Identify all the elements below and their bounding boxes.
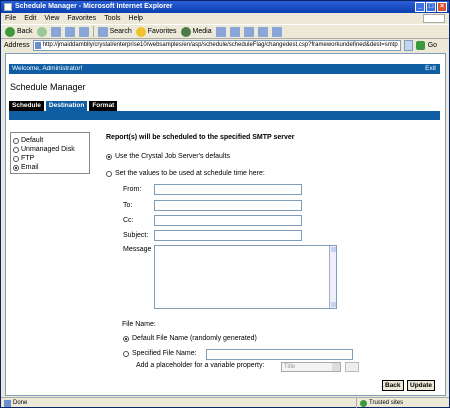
cc-label: Cc: (123, 217, 134, 224)
folder-button[interactable] (271, 26, 282, 37)
to-field[interactable] (154, 200, 302, 211)
cc-field[interactable] (154, 215, 302, 226)
subject-field[interactable] (154, 230, 302, 241)
message-textarea[interactable] (154, 245, 337, 309)
message-label: Message (123, 246, 152, 253)
status-bar: Done Trusted sites (1, 397, 449, 408)
back-button-page[interactable]: Back (382, 380, 404, 391)
mail-button[interactable] (229, 26, 240, 37)
stop-button[interactable] (50, 26, 61, 37)
message-scrollbar[interactable] (329, 246, 336, 308)
address-url: http://jmaiddamblly/crystal/enterprise10… (42, 42, 398, 48)
toolbar: Back Search Favorites Media (1, 24, 449, 39)
back-button[interactable]: Back (5, 26, 33, 37)
option-specified-file-name[interactable]: Specified File Name: (123, 350, 197, 357)
radio-default-file-name[interactable] (123, 335, 129, 342)
history-button[interactable] (215, 26, 226, 37)
address-dropdown[interactable] (403, 40, 413, 51)
home-button[interactable] (78, 26, 89, 37)
scroll-down-icon[interactable] (331, 302, 336, 307)
minimize-button[interactable]: _ (415, 2, 425, 12)
file-name-label: File Name: (122, 321, 156, 328)
dest-option-default[interactable]: Default (13, 136, 87, 145)
menu-bar: File Edit View Favorites Tools Help (1, 13, 449, 24)
dest-option-unmanaged-disk[interactable]: Unmanaged Disk (13, 145, 87, 154)
tab-bar: Schedule Destination Format (9, 101, 118, 111)
menu-favorites[interactable]: Favorites (67, 13, 96, 24)
tab-schedule[interactable]: Schedule (9, 101, 44, 111)
ie-icon (4, 3, 12, 11)
radio-ftp[interactable] (13, 155, 19, 162)
menu-help[interactable]: Help (129, 13, 143, 24)
update-button[interactable]: Update (407, 380, 436, 391)
radio-use-defaults[interactable] (106, 153, 112, 160)
option-default-file-name[interactable]: Default File Name (randomly generated) (123, 335, 257, 342)
back-arrow-icon (5, 26, 15, 37)
search-icon (97, 26, 108, 37)
placeholder-label: Add a placeholder for a variable propert… (136, 362, 265, 369)
tab-destination[interactable]: Destination (45, 101, 88, 111)
page-icon (34, 42, 41, 49)
security-zone: Trusted sites (356, 398, 436, 408)
edit-button[interactable] (257, 26, 268, 37)
placeholder-select[interactable]: Title (281, 362, 341, 372)
maximize-button[interactable]: □ (426, 2, 436, 12)
radio-specified-file-name[interactable] (123, 350, 129, 357)
welcome-text: Welcome, Administrator! (12, 65, 83, 72)
media-icon (180, 26, 191, 37)
smtp-heading: Report(s) will be scheduled to the speci… (106, 134, 295, 141)
from-field[interactable] (154, 184, 302, 195)
option-use-defaults[interactable]: Use the Crystal Job Server's defaults (106, 153, 230, 160)
star-icon (135, 26, 146, 37)
exit-link[interactable]: Exit (425, 64, 436, 74)
destination-list: Default Unmanaged Disk FTP Email (10, 132, 90, 174)
status-text: Done (13, 400, 28, 406)
favorites-button[interactable]: Favorites (135, 26, 177, 37)
specified-file-name-input[interactable] (206, 349, 353, 360)
radio-default[interactable] (13, 137, 19, 144)
title-bar: Schedule Manager - Microsoft Internet Ex… (1, 1, 449, 13)
forward-button[interactable] (36, 26, 47, 37)
radio-email[interactable] (13, 164, 19, 171)
windows-logo-icon (423, 14, 445, 23)
dest-option-email[interactable]: Email (13, 163, 87, 172)
tab-strip (9, 111, 440, 120)
page-title: Schedule Manager (10, 82, 86, 92)
toolbar-separator (92, 26, 94, 37)
close-button[interactable]: × (437, 2, 447, 12)
menu-file[interactable]: File (5, 13, 16, 24)
chevron-down-icon (332, 363, 340, 371)
welcome-bar: Welcome, Administrator! Exit (9, 64, 440, 74)
window-title: Schedule Manager - Microsoft Internet Ex… (15, 3, 173, 10)
menu-view[interactable]: View (44, 13, 59, 24)
address-label: Address (4, 42, 30, 49)
address-bar: Address http://jmaiddamblly/crystal/ente… (1, 39, 449, 52)
go-button[interactable]: Go (428, 42, 437, 49)
page-content: Welcome, Administrator! Exit Schedule Ma… (5, 53, 446, 396)
address-input[interactable]: http://jmaiddamblly/crystal/enterprise10… (32, 40, 401, 51)
media-button[interactable]: Media (180, 26, 212, 37)
browser-window: Schedule Manager - Microsoft Internet Ex… (0, 0, 450, 408)
to-label: To: (123, 202, 133, 209)
trusted-check-icon (360, 400, 367, 407)
search-button[interactable]: Search (97, 26, 132, 37)
menu-tools[interactable]: Tools (104, 13, 120, 24)
from-label: From: (123, 186, 142, 193)
page-done-icon (4, 400, 11, 407)
add-placeholder-button[interactable] (345, 362, 359, 372)
tab-format[interactable]: Format (89, 101, 118, 111)
menu-edit[interactable]: Edit (24, 13, 36, 24)
print-button[interactable] (243, 26, 254, 37)
scroll-up-icon[interactable] (331, 247, 336, 252)
dest-option-ftp[interactable]: FTP (13, 154, 87, 163)
radio-unmanaged-disk[interactable] (13, 146, 19, 153)
go-arrow-icon[interactable] (415, 41, 425, 50)
subject-label: Subject: (123, 232, 149, 239)
refresh-button[interactable] (64, 26, 75, 37)
radio-set-values[interactable] (106, 170, 112, 177)
option-set-values[interactable]: Set the values to be used at schedule ti… (106, 170, 265, 177)
